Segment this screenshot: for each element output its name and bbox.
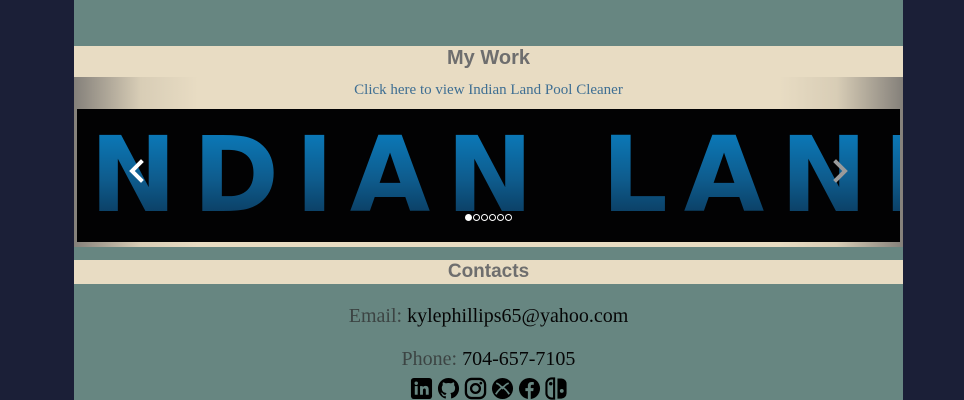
carousel-indicator-1[interactable] (465, 214, 472, 221)
carousel-indicators (77, 214, 900, 221)
carousel-indicator-6[interactable] (505, 214, 512, 221)
carousel-prev-button[interactable] (117, 151, 157, 191)
content-column: My Work Click here to view Indian Land P… (74, 0, 903, 400)
email-value[interactable]: kylephillips65@yahoo.com (407, 305, 628, 327)
section-heading-my-work: My Work (74, 46, 903, 77)
work-showcase: Click here to view Indian Land Pool Clea… (74, 77, 903, 247)
view-project-link[interactable]: Click here to view Indian Land Pool Clea… (74, 82, 903, 99)
xbox-icon[interactable] (491, 377, 514, 400)
carousel-indicator-4[interactable] (489, 214, 496, 221)
phone-row: Phone: 704-657-7105 (74, 348, 903, 371)
section-heading-contacts: Contacts (74, 260, 903, 284)
contacts-title: Contacts (447, 261, 530, 282)
carousel-next-button[interactable] (820, 151, 860, 191)
carousel-slide-image: INDIAN LAND (77, 123, 900, 227)
chevron-left-icon (129, 159, 144, 183)
my-work-title: My Work (447, 47, 530, 69)
email-label: Email: (348, 305, 403, 327)
carousel-indicator-2[interactable] (473, 214, 480, 221)
nintendo-switch-icon[interactable] (544, 377, 568, 400)
chevron-right-icon (833, 159, 848, 183)
email-row: Email: kylephillips65@yahoo.com (74, 305, 903, 328)
project-carousel[interactable]: INDIAN LAND (77, 109, 900, 242)
carousel-indicator-5[interactable] (497, 214, 504, 221)
carousel-indicator-3[interactable] (481, 214, 488, 221)
phone-label: Phone: (401, 348, 458, 370)
github-icon[interactable] (437, 377, 460, 400)
instagram-icon[interactable] (464, 377, 487, 400)
social-links (74, 377, 903, 400)
facebook-icon[interactable] (518, 377, 541, 400)
linkedin-icon[interactable] (410, 377, 433, 400)
phone-value[interactable]: 704-657-7105 (462, 348, 575, 370)
